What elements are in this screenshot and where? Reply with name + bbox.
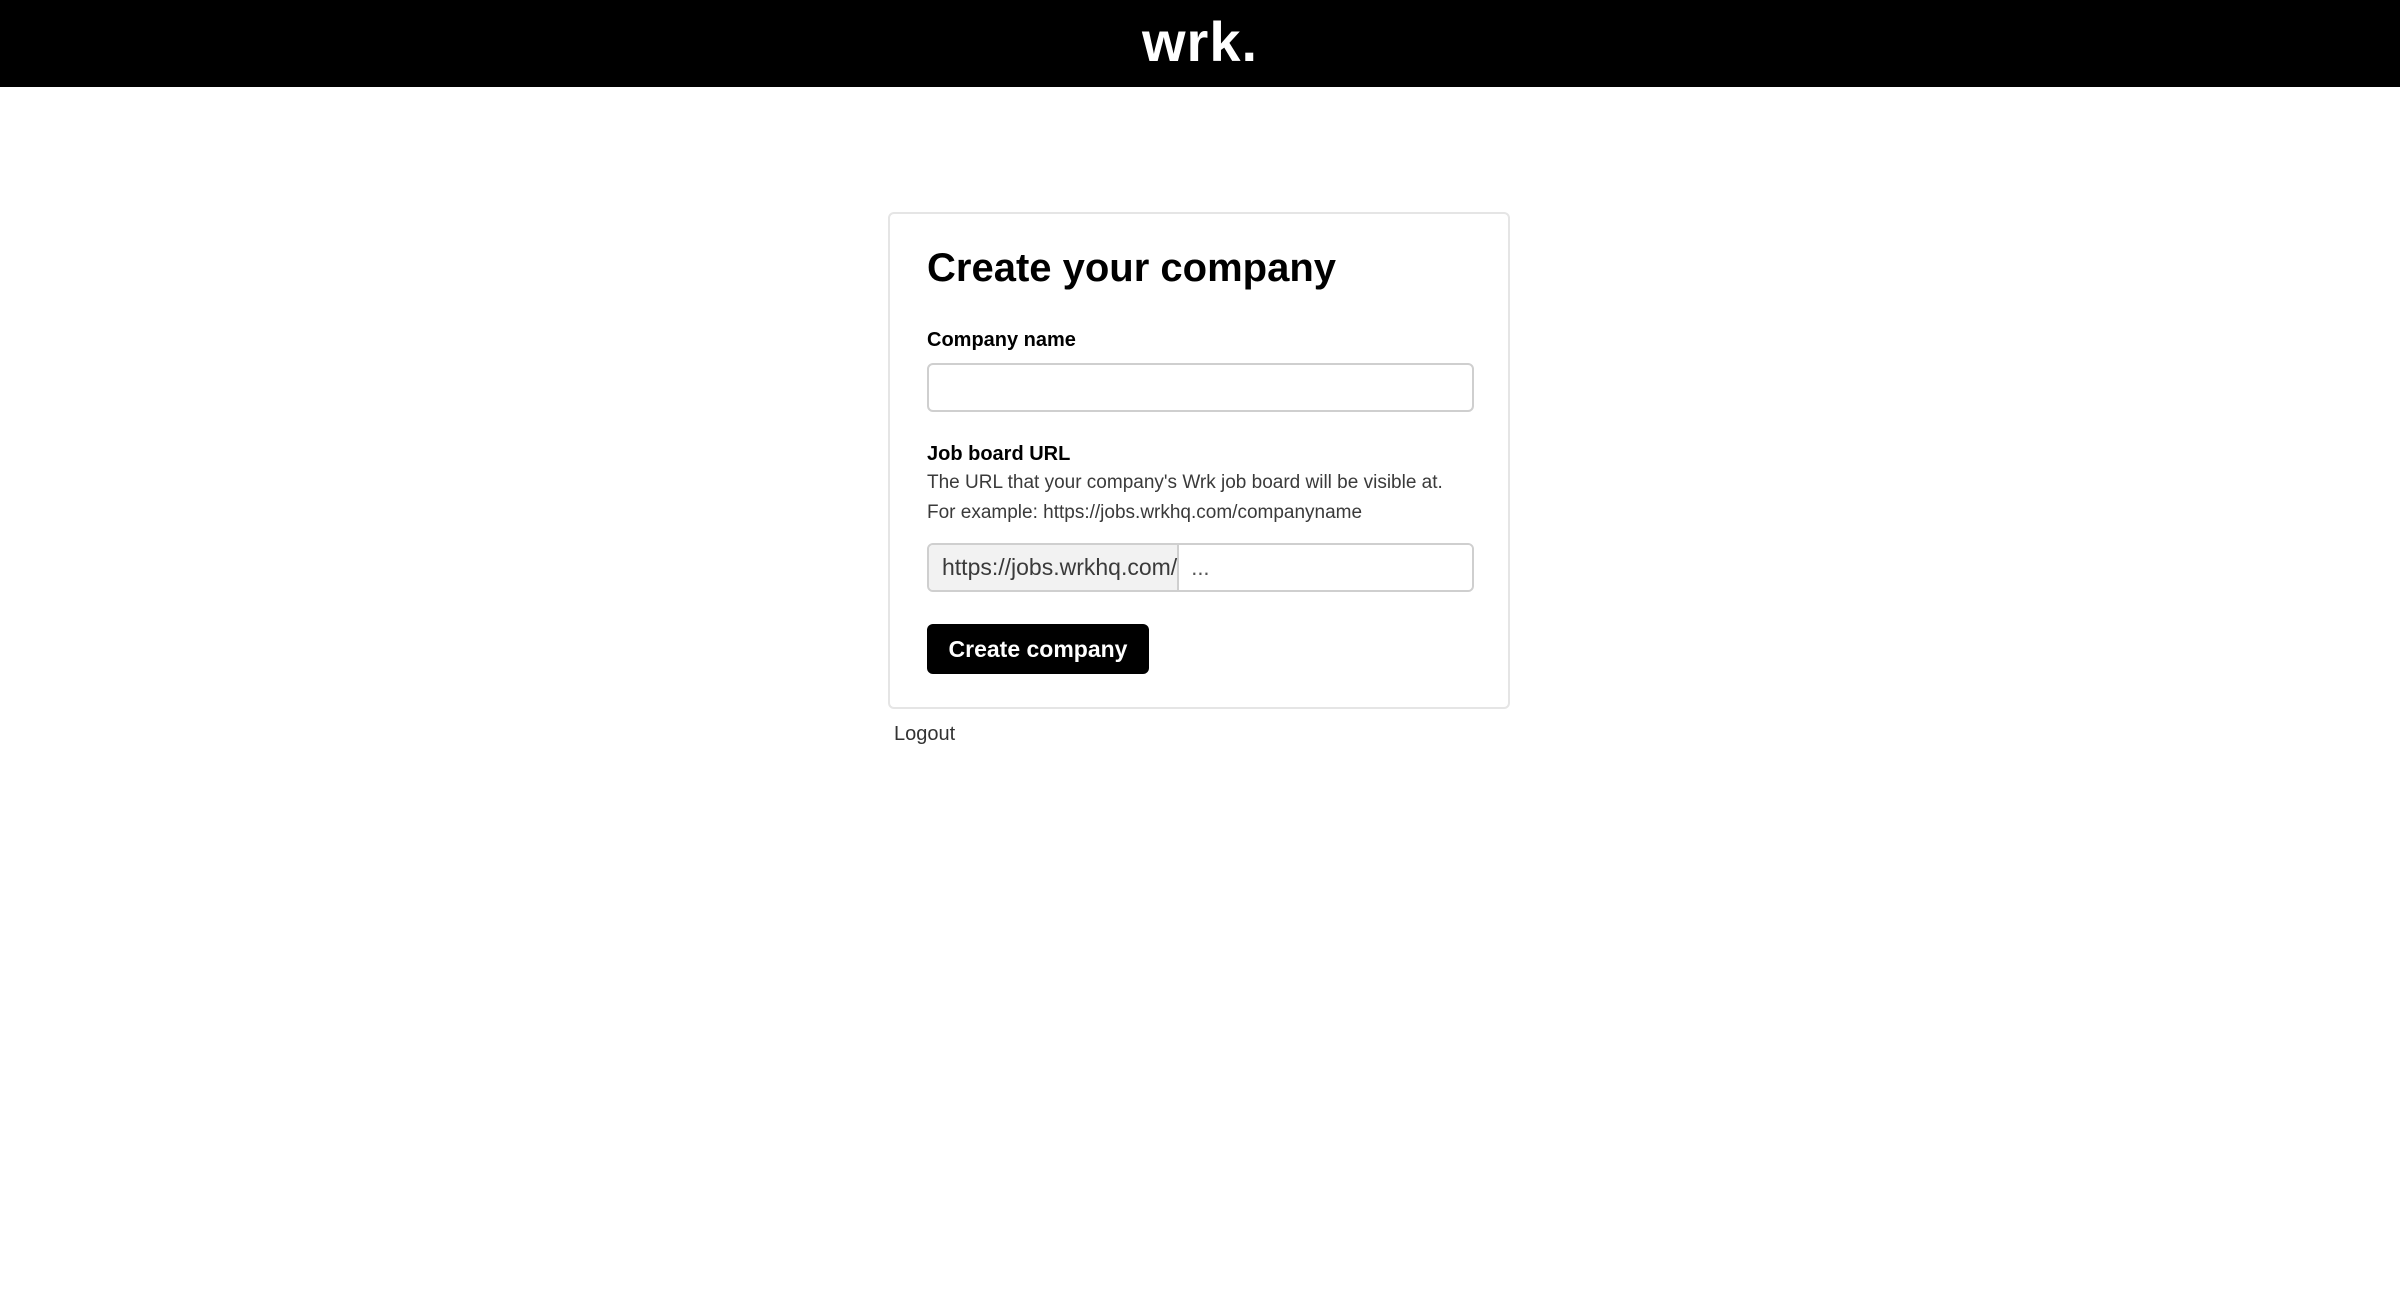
create-company-card: Create your company Company name Job boa… (888, 212, 1510, 709)
create-company-button[interactable]: Create company (927, 624, 1149, 674)
logout-link[interactable]: Logout (894, 722, 955, 746)
job-board-url-example-text: For example: https://jobs.wrkhq.com/comp… (927, 502, 1363, 523)
url-prefix: https://jobs.wrkhq.com/ (929, 545, 1180, 590)
job-board-url-field: https://jobs.wrkhq.com/ (927, 543, 1474, 592)
job-board-url-label: Job board URL (927, 443, 1071, 465)
job-board-slug-input[interactable] (1179, 545, 1472, 590)
page-title: Create your company (927, 246, 1337, 290)
top-bar: wrk. (0, 0, 2400, 87)
wrk-logo[interactable]: wrk. (1142, 13, 1258, 70)
job-board-url-help-text: The URL that your company's Wrk job boar… (927, 472, 1443, 493)
company-name-label: Company name (927, 329, 1076, 351)
company-name-input[interactable] (927, 363, 1474, 412)
